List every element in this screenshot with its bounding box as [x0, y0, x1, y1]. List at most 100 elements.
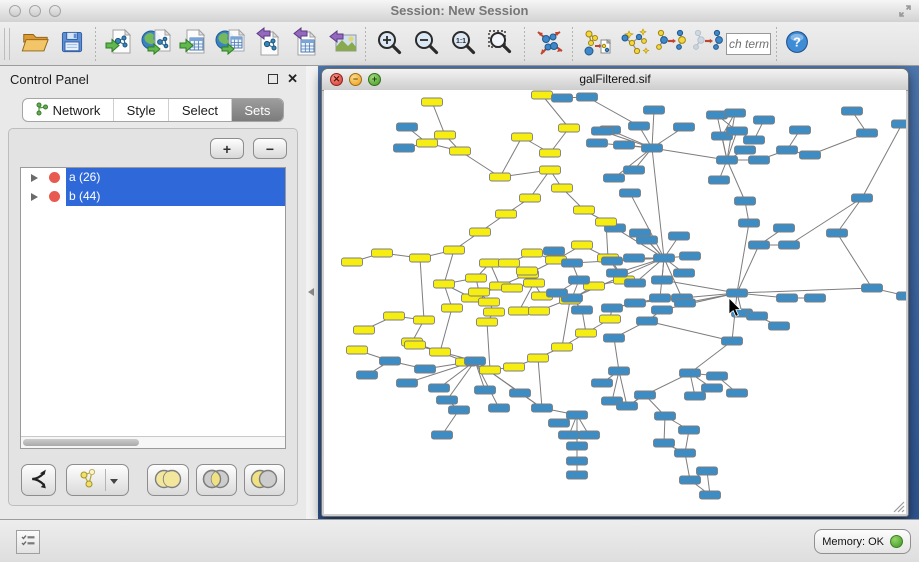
graph-node-blue[interactable]: [674, 269, 695, 277]
graph-node-yellow[interactable]: [435, 131, 456, 139]
graph-node-blue[interactable]: [572, 306, 593, 314]
graph-node-blue[interactable]: [510, 389, 531, 397]
graph-node-yellow[interactable]: [490, 173, 511, 181]
zoom-out-button[interactable]: [408, 25, 445, 62]
minimize-network-window-button[interactable]: −: [349, 73, 362, 86]
graph-node-blue[interactable]: [892, 120, 907, 128]
fullscreen-icon[interactable]: [898, 4, 912, 23]
chevron-down-icon[interactable]: [109, 473, 119, 488]
hide-selected-button[interactable]: [652, 25, 689, 62]
graph-edge[interactable]: [652, 148, 727, 160]
graph-node-yellow[interactable]: [405, 341, 426, 349]
graph-node-blue[interactable]: [735, 197, 756, 205]
expander-triangle-icon[interactable]: [31, 174, 38, 182]
graph-node-yellow[interactable]: [600, 315, 621, 323]
graph-node-blue[interactable]: [592, 379, 613, 387]
create-set-from-network-button[interactable]: [66, 464, 129, 496]
graph-edge[interactable]: [500, 137, 522, 177]
graph-node-blue[interactable]: [567, 442, 588, 450]
graph-node-yellow[interactable]: [414, 316, 435, 324]
network-canvas[interactable]: [324, 90, 906, 514]
graph-node-blue[interactable]: [569, 276, 590, 284]
graph-node-blue[interactable]: [722, 337, 743, 345]
graph-node-blue[interactable]: [702, 384, 723, 392]
graph-edge[interactable]: [737, 223, 749, 293]
graph-node-yellow[interactable]: [372, 249, 393, 257]
graph-node-yellow[interactable]: [532, 91, 553, 99]
graph-node-blue[interactable]: [475, 386, 496, 394]
graph-node-blue[interactable]: [747, 312, 768, 320]
graph-node-blue[interactable]: [635, 391, 656, 399]
scrollbar-thumb[interactable]: [23, 439, 139, 446]
graph-edge[interactable]: [538, 358, 542, 408]
graph-node-yellow[interactable]: [434, 280, 455, 288]
graph-node-blue[interactable]: [489, 404, 510, 412]
close-network-window-button[interactable]: ✕: [330, 73, 343, 86]
graph-node-blue[interactable]: [852, 194, 873, 202]
graph-node-blue[interactable]: [654, 254, 675, 262]
horizontal-scrollbar[interactable]: [21, 436, 285, 448]
sets-list[interactable]: a (26)b (44): [20, 167, 286, 449]
graph-node-blue[interactable]: [620, 189, 641, 197]
save-session-button[interactable]: [53, 25, 90, 62]
difference-sets-button[interactable]: [244, 464, 285, 496]
graph-edge[interactable]: [837, 233, 872, 288]
union-sets-button[interactable]: [147, 464, 188, 496]
graph-node-blue[interactable]: [680, 369, 701, 377]
export-image-button[interactable]: [323, 25, 360, 62]
graph-node-blue[interactable]: [769, 322, 790, 330]
graph-node-yellow[interactable]: [466, 274, 487, 282]
graph-node-blue[interactable]: [777, 146, 798, 154]
graph-node-blue[interactable]: [567, 457, 588, 465]
graph-node-blue[interactable]: [654, 439, 675, 447]
graph-node-blue[interactable]: [717, 156, 738, 164]
remove-set-button[interactable]: −: [253, 138, 287, 159]
graph-node-blue[interactable]: [650, 294, 671, 302]
graph-node-yellow[interactable]: [522, 249, 543, 257]
graph-node-yellow[interactable]: [576, 329, 597, 337]
select-first-neighbors-button[interactable]: [615, 25, 652, 62]
graph-node-blue[interactable]: [577, 93, 598, 101]
graph-node-blue[interactable]: [862, 284, 883, 292]
set-row[interactable]: b (44): [21, 187, 285, 206]
graph-node-blue[interactable]: [624, 166, 645, 174]
graph-node-blue[interactable]: [652, 276, 673, 284]
graph-node-yellow[interactable]: [417, 139, 438, 147]
graph-node-blue[interactable]: [397, 379, 418, 387]
graph-node-blue[interactable]: [800, 151, 821, 159]
graph-node-blue[interactable]: [644, 106, 665, 114]
graph-node-blue[interactable]: [685, 392, 706, 400]
graph-node-blue[interactable]: [602, 257, 623, 265]
graph-node-blue[interactable]: [709, 176, 730, 184]
graph-node-blue[interactable]: [544, 247, 565, 255]
expander-triangle-icon[interactable]: [31, 193, 38, 201]
graph-node-yellow[interactable]: [496, 210, 517, 218]
graph-node-blue[interactable]: [625, 299, 646, 307]
graph-node-blue[interactable]: [559, 431, 580, 439]
graph-node-yellow[interactable]: [572, 241, 593, 249]
network-window[interactable]: ✕ − + galFiltered.sif: [321, 68, 909, 517]
graph-node-yellow[interactable]: [596, 218, 617, 226]
graph-node-yellow[interactable]: [354, 326, 375, 334]
graph-node-blue[interactable]: [609, 367, 630, 375]
network-window-titlebar[interactable]: ✕ − + galFiltered.sif: [322, 69, 908, 91]
graph-node-blue[interactable]: [727, 127, 748, 135]
add-set-button[interactable]: +: [210, 138, 244, 159]
graph-node-yellow[interactable]: [499, 259, 520, 267]
graph-node-blue[interactable]: [562, 259, 583, 267]
graph-node-yellow[interactable]: [469, 288, 490, 296]
graph-node-blue[interactable]: [774, 224, 795, 232]
graph-node-yellow[interactable]: [559, 124, 580, 132]
graph-node-blue[interactable]: [739, 219, 760, 227]
search-input[interactable]: ch term: [726, 33, 771, 55]
apply-layout-button[interactable]: [530, 25, 567, 62]
graph-node-blue[interactable]: [857, 129, 878, 137]
graph-node-yellow[interactable]: [528, 354, 549, 362]
zoom-fit-button[interactable]: [482, 25, 519, 62]
graph-edge[interactable]: [487, 322, 490, 370]
graph-node-blue[interactable]: [675, 299, 696, 307]
graph-node-blue[interactable]: [394, 144, 415, 152]
graph-node-yellow[interactable]: [502, 284, 523, 292]
graph-node-blue[interactable]: [624, 254, 645, 262]
graph-node-blue[interactable]: [380, 357, 401, 365]
